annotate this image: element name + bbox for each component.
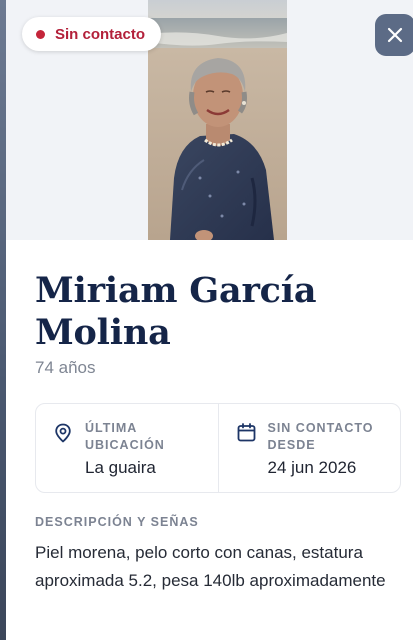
profile-details: Miriam García Molina 74 años Última ubic… [6, 240, 413, 640]
last-location-value: La guaira [85, 458, 156, 477]
person-age: 74 años [35, 358, 96, 377]
description-text: Piel morena, pelo corto con canas, estat… [35, 543, 386, 590]
missing-person-profile: Sin contacto Miriam García Molina 74 año… [0, 0, 413, 640]
status-dot-icon [36, 29, 45, 39]
description-heading: Descripción y señas [35, 515, 199, 529]
status-badge: Sin contacto [22, 17, 162, 51]
last-location-label: Última ubicación [85, 421, 165, 452]
background-panel-edge [0, 0, 6, 640]
status-label: Sin contacto [55, 25, 146, 43]
location-pin-icon [55, 423, 71, 443]
person-photo [148, 0, 287, 240]
close-button[interactable] [375, 14, 413, 56]
info-card: Última ubicación La guaira Sin contacto … [35, 403, 401, 493]
person-name: Miriam García Molina [35, 270, 317, 353]
no-contact-since-value: 24 jun 2026 [267, 458, 357, 477]
close-icon [387, 27, 403, 43]
last-location-cell: Última ubicación La guaira [36, 404, 218, 492]
no-contact-since-label: Sin contacto desde [267, 421, 374, 452]
calendar-icon [237, 423, 255, 442]
no-contact-since-cell: Sin contacto desde 24 jun 2026 [217, 404, 401, 492]
